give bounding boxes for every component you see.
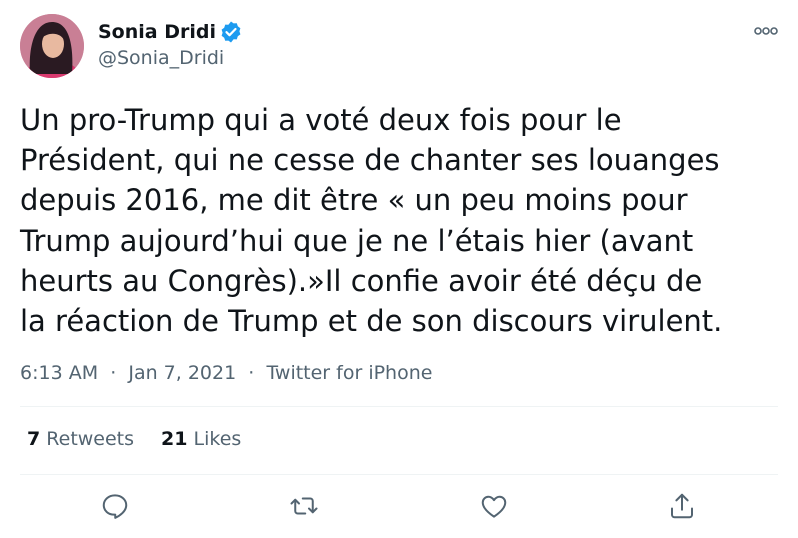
- tweet-source[interactable]: Twitter for iPhone: [266, 362, 432, 384]
- retweets-count: 7: [27, 428, 41, 450]
- divider: [20, 406, 778, 407]
- retweets-label: Retweets: [46, 428, 135, 450]
- reply-icon[interactable]: [100, 491, 130, 521]
- tweet-metadata: 6:13 AM · Jan 7, 2021 · Twitter for iPho…: [20, 362, 432, 384]
- tweet-card: Sonia Dridi @Sonia_Dridi Un pro-Trump qu…: [0, 0, 798, 538]
- tweet-text: Un pro-Trump qui a voté deux fois pour l…: [20, 103, 723, 339]
- verified-badge-icon: [219, 20, 243, 44]
- action-bar: [0, 491, 798, 525]
- likes-label: Likes: [193, 428, 242, 450]
- retweets-stat[interactable]: 7 Retweets: [27, 428, 134, 450]
- author-handle[interactable]: @Sonia_Dridi: [98, 47, 243, 69]
- more-options-icon[interactable]: [752, 22, 780, 40]
- tweet-time[interactable]: 6:13 AM: [20, 362, 98, 384]
- retweet-icon[interactable]: [289, 491, 319, 521]
- avatar[interactable]: [20, 14, 84, 78]
- divider: [20, 474, 778, 475]
- engagement-stats: 7 Retweets 21 Likes: [27, 428, 268, 450]
- tweet-date[interactable]: Jan 7, 2021: [128, 362, 236, 384]
- author-name[interactable]: Sonia Dridi: [98, 21, 216, 43]
- likes-stat[interactable]: 21 Likes: [161, 428, 241, 450]
- likes-count: 21: [161, 428, 188, 450]
- share-icon[interactable]: [667, 491, 697, 521]
- like-icon[interactable]: [479, 491, 509, 521]
